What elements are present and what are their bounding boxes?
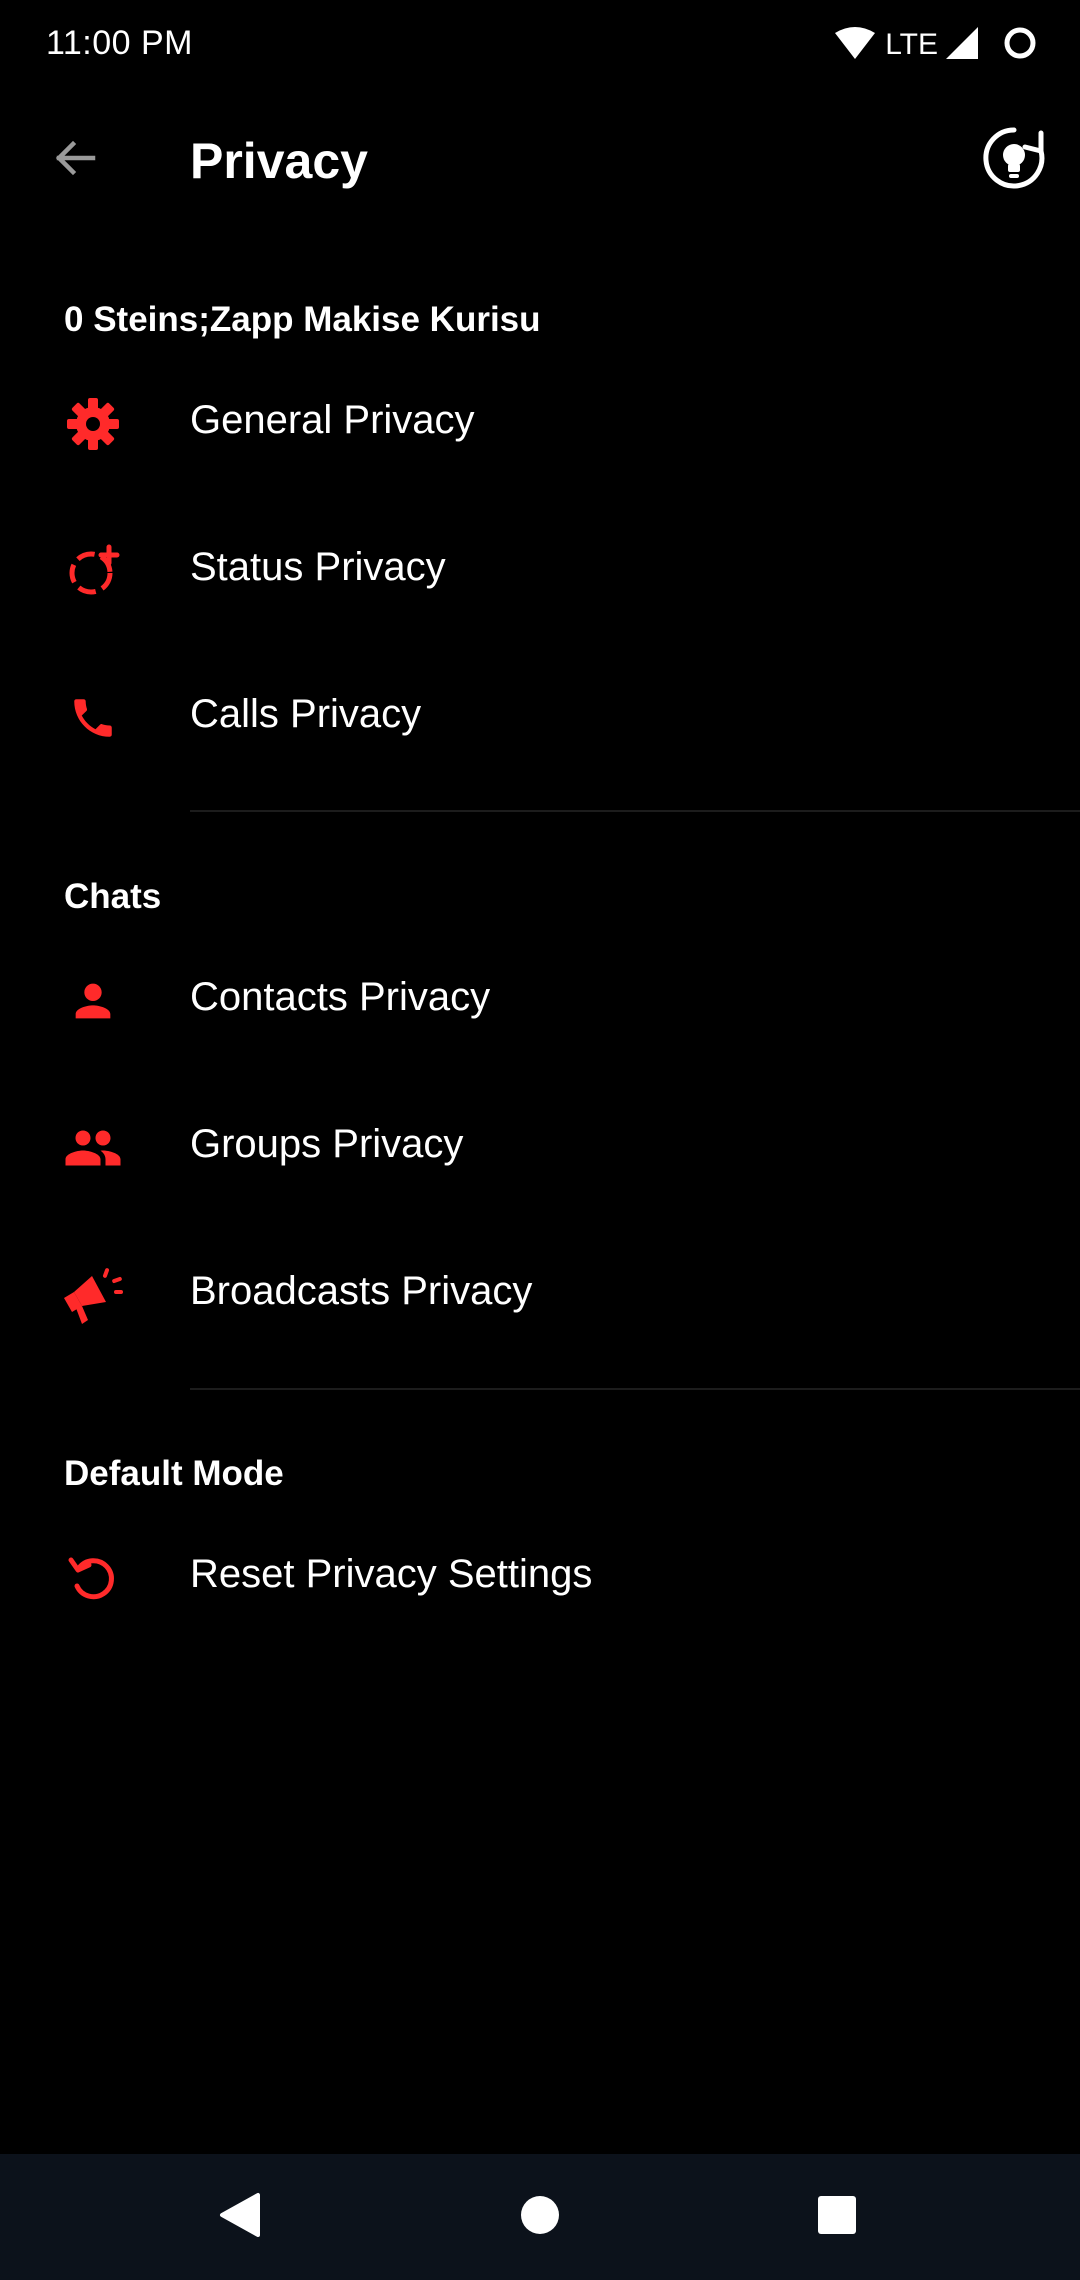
megaphone-icon [56,1263,130,1327]
lightbulb-refresh-icon [981,125,1047,196]
nav-back-button[interactable] [205,2182,275,2252]
list-item-reset-privacy-settings[interactable]: Reset Privacy Settings [0,1506,1080,1646]
list-item-label: Reset Privacy Settings [190,1552,593,1596]
home-circle-icon [519,2194,561,2241]
list-item-general-privacy[interactable]: General Privacy [0,352,1080,492]
section-divider [190,810,1080,812]
list-item-label: Groups Privacy [190,1122,464,1166]
list-item-label: Broadcasts Privacy [190,1269,533,1313]
list-item-calls-privacy[interactable]: Calls Privacy [0,646,1080,786]
app-bar: Privacy [0,100,1080,230]
list-item-label: General Privacy [190,398,475,442]
list-item-broadcasts-privacy[interactable]: Broadcasts Privacy [0,1223,1080,1363]
list-item-groups-privacy[interactable]: Groups Privacy [0,1076,1080,1216]
list-item-label: Calls Privacy [190,692,422,736]
wifi-icon [835,26,876,64]
list-item-label: Contacts Privacy [190,975,491,1019]
gear-icon [56,392,130,456]
recents-square-icon [817,2195,857,2240]
status-time: 11:00 PM [46,24,194,62]
list-item-contacts-privacy[interactable]: Contacts Privacy [0,929,1080,1069]
page-title: Privacy [190,133,368,189]
system-nav-bar [0,2154,1080,2280]
reset-icon [56,1546,130,1610]
person-icon [56,969,130,1033]
arrow-left-icon [51,134,99,187]
battery-ring-icon [1002,25,1038,66]
group-icon [56,1116,130,1180]
section-header-chats: Chats [64,877,162,916]
network-type: LTE [885,28,938,61]
back-triangle-icon [218,2192,262,2243]
section-header-default-mode: Default Mode [64,1454,284,1493]
nav-home-button[interactable] [505,2182,575,2252]
section-header-account: 0 Steins;Zapp Makise Kurisu [64,300,541,339]
tips-button[interactable] [974,120,1054,200]
list-item-label: Status Privacy [190,545,446,589]
back-button[interactable] [40,125,110,195]
status-add-icon [56,539,130,603]
phone-icon [56,686,130,750]
signal-icon [946,26,978,64]
status-icons: LTE [835,22,1038,68]
nav-recents-button[interactable] [802,2182,872,2252]
list-item-status-privacy[interactable]: Status Privacy [0,499,1080,639]
section-divider [190,1388,1080,1390]
status-bar: 11:00 PM LTE [0,0,1080,90]
